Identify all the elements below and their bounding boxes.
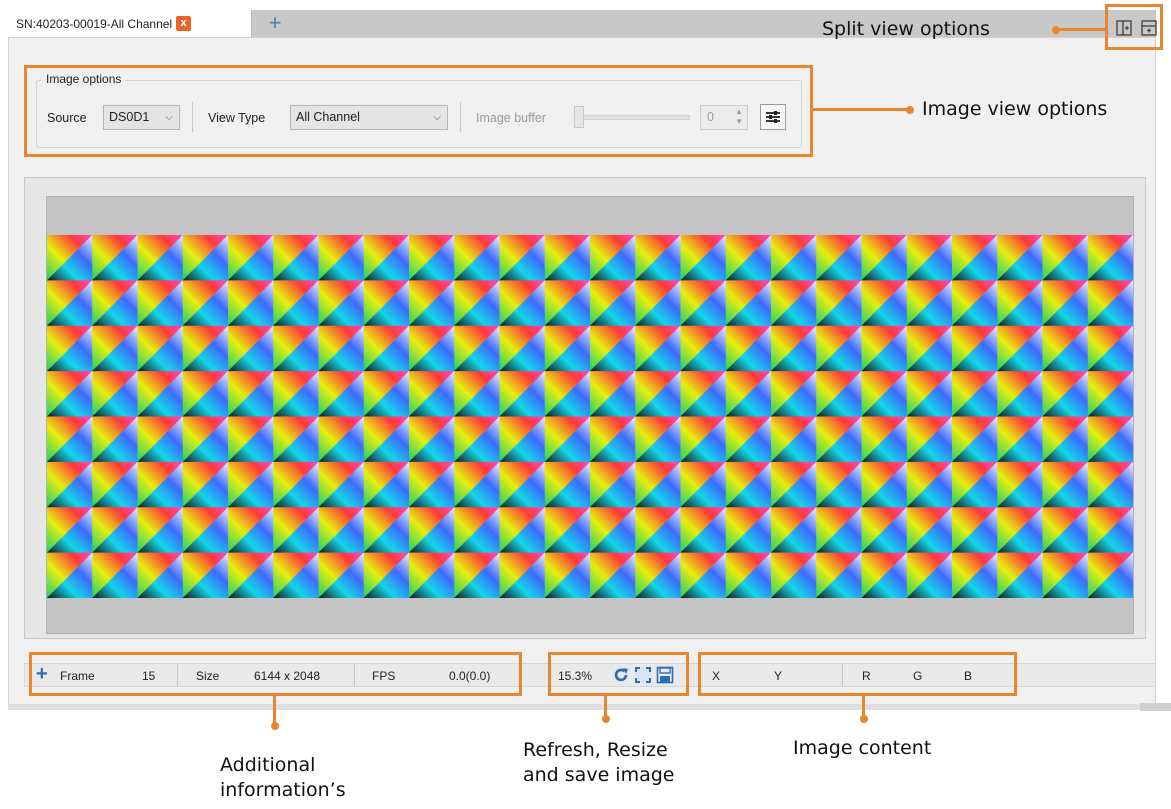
annotation-dot [602, 715, 610, 723]
tab-all-channel[interactable]: SN:40203-00019-All Channel x [8, 10, 252, 37]
annotation-dot [271, 722, 279, 730]
image-view-annotation: Image view options [922, 98, 1108, 120]
scrollbar-corner [1140, 703, 1171, 711]
refresh-annotation-line1: Refresh, Resize [523, 739, 668, 761]
close-tab-icon[interactable]: x [176, 16, 192, 31]
add-tab-icon[interactable]: + [264, 12, 286, 34]
annotation-dot [906, 106, 914, 114]
refresh-annotation-line2: and save image [523, 764, 675, 786]
tab-title: SN:40203-00019-All Channel [16, 16, 173, 31]
annotation-dot [860, 715, 868, 723]
window-bottom-edge [8, 704, 1171, 710]
additional-info-annotation-line2: information’s [220, 779, 346, 801]
annotation-line [813, 108, 911, 111]
test-pattern-image[interactable] [47, 235, 1133, 598]
annotation-line [1057, 28, 1105, 31]
annotation-dot [1052, 26, 1060, 34]
refresh-resize-save-highlight [548, 652, 689, 696]
split-view-highlight [1105, 4, 1163, 50]
additional-info-annotation-line1: Additional [220, 754, 316, 776]
split-view-annotation: Split view options [822, 18, 990, 40]
image-view-options-highlight [24, 65, 813, 157]
annotation-line [862, 696, 865, 716]
image-content-annotation: Image content [793, 737, 932, 759]
image-content-highlight [698, 652, 1017, 696]
additional-info-highlight [29, 652, 522, 696]
annotation-line [604, 696, 607, 716]
